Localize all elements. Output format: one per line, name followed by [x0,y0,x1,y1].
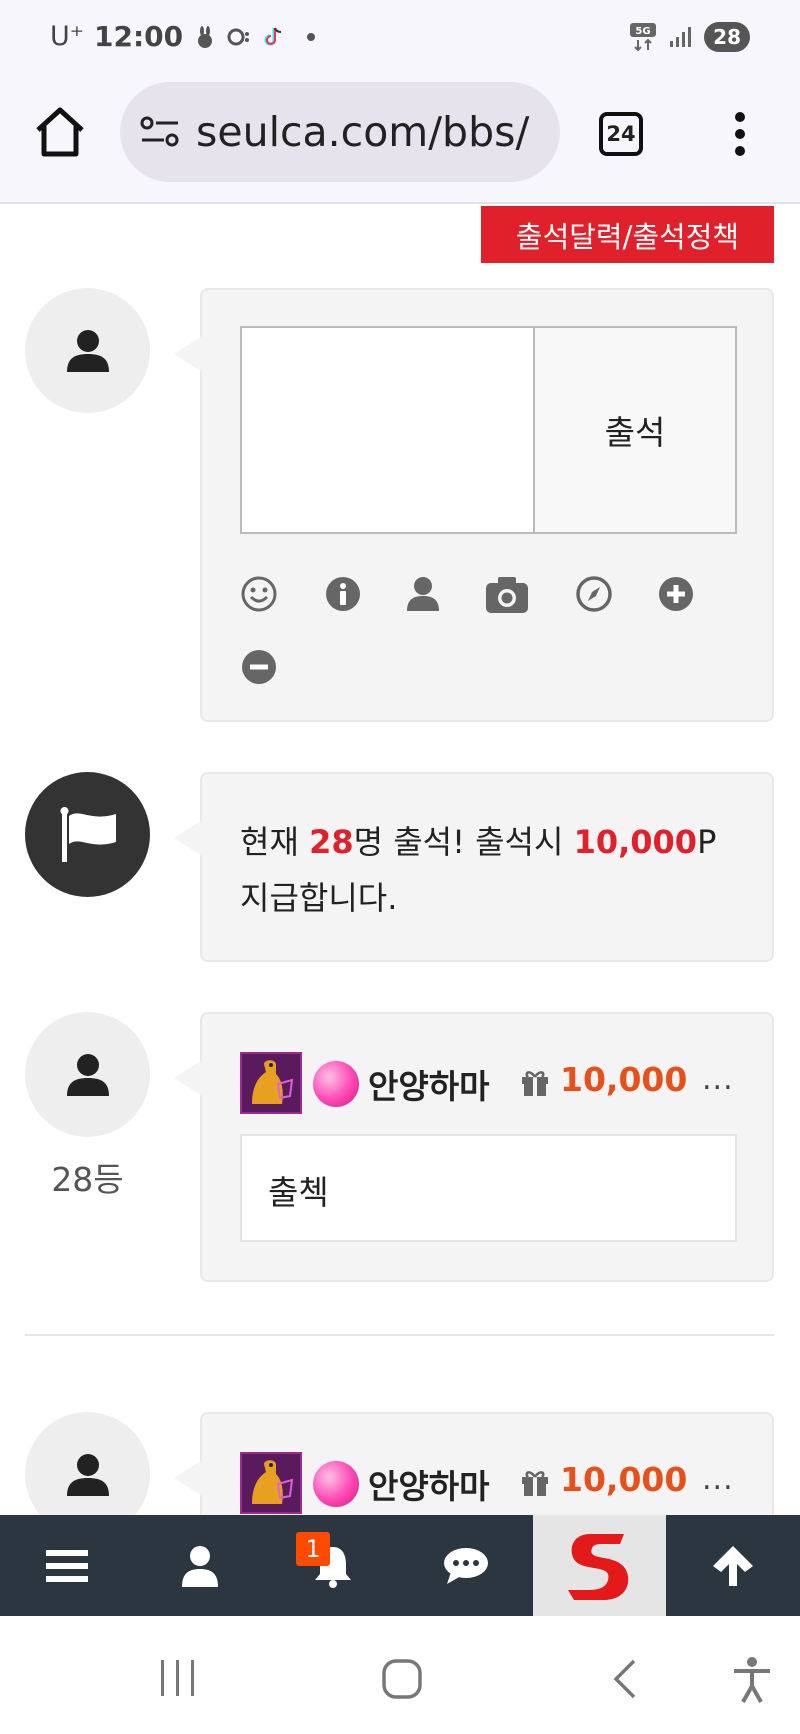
entry-user-row: 안양하마 10,000 ... [240,1052,740,1114]
notification-count-badge: 1 [296,1532,330,1566]
system-home-icon[interactable] [381,1658,423,1700]
entry-more-button[interactable]: ... [702,1462,734,1497]
recent-apps-icon[interactable] [158,1658,198,1698]
entry-points: 10,000 [560,1460,688,1499]
attendance-comment-textarea[interactable] [240,326,535,534]
user-icon[interactable] [404,575,442,613]
battery-indicator: 28 [704,22,750,52]
site-logo-button[interactable] [533,1515,666,1616]
smile-icon[interactable] [240,575,278,613]
minus-circle-icon[interactable] [240,648,278,686]
tiktok-icon [264,27,282,45]
notice-avatar [25,772,150,897]
entry-avatar [25,1012,150,1137]
nav-scroll-top-button[interactable] [666,1515,799,1616]
network-5g-icon: 5G [630,23,657,51]
entry-username[interactable]: 안양하마 [368,1460,489,1508]
app-o-icon [227,28,250,45]
user-icon [181,1545,218,1587]
system-navigation-bar [0,1616,800,1734]
notification-dot [307,32,316,41]
nav-chat-button[interactable] [399,1515,532,1616]
site-logo-icon [567,1533,628,1600]
site-bottom-nav [0,1515,800,1616]
arrow-up-icon [712,1545,753,1586]
clock: 12:00 [94,20,184,53]
attendance-notice-card: 현재 28명 출석! 출석시 10,000P 지급합니다. [174,772,774,962]
attendance-submit-button[interactable]: 출석 [535,326,737,534]
carrier-label: U⁺ [50,21,85,52]
nav-notifications-button[interactable] [266,1515,399,1616]
accessibility-icon[interactable] [732,1656,772,1704]
entry-more-button[interactable]: ... [702,1062,734,1097]
entry-user-row: 안양하마 10,000 ... [240,1452,740,1514]
tab-switcher-button[interactable]: 24 [599,112,643,156]
svg-text:5G: 5G [636,26,651,37]
address-bar[interactable]: seulca.com/bbs/ [120,82,560,182]
entry-rank: 28등 [51,1160,124,1199]
pink-orb-icon [313,1061,359,1107]
entry-username[interactable]: 안양하마 [368,1060,489,1108]
entry-points: 10,000 [560,1060,688,1099]
user-icon [66,329,109,372]
entry-comment: 출첵 [240,1134,737,1242]
menu-icon [45,1549,88,1582]
status-bar: U⁺ 12:00 5G 28 [0,0,800,74]
divider [25,1334,774,1336]
user-icon [66,1453,109,1496]
nav-menu-button[interactable] [0,1515,133,1616]
gift-icon [522,1071,548,1096]
back-icon[interactable] [608,1658,642,1700]
dino-icon [252,1460,294,1504]
site-settings-icon[interactable] [140,115,180,149]
info-icon[interactable] [324,575,362,613]
more-options-icon[interactable] [728,110,752,158]
attendance-entry-card: 안양하마 10,000 ... 출첵 [174,1012,774,1282]
attendance-count: 28 [309,823,354,861]
level-badge-icon [240,1052,302,1114]
url-text[interactable]: seulca.com/bbs/ [196,108,556,156]
user-icon [66,1053,109,1096]
flag-icon [60,806,116,862]
pink-orb-icon [313,1461,359,1507]
attendance-points: 10,000 [573,823,698,861]
chat-icon [443,1547,488,1584]
attendance-notice-text: 현재 28명 출석! 출석시 10,000P 지급합니다. [240,823,717,917]
nav-profile-button[interactable] [133,1515,266,1616]
gift-icon [522,1471,548,1496]
browser-toolbar: seulca.com/bbs/ 24 [0,74,800,204]
home-icon[interactable] [32,104,88,160]
status-left: U⁺ 12:00 [50,20,316,53]
attendance-calendar-policy-button[interactable]: 출석달력/출석정책 [481,206,774,263]
signal-icon [670,27,692,47]
plus-circle-icon[interactable] [657,575,695,613]
dino-icon [252,1060,294,1104]
camera-icon[interactable] [484,573,530,615]
compass-icon[interactable] [575,575,613,613]
status-right: 5G 28 [630,22,750,52]
rabbit-icon [198,25,213,48]
level-badge-icon [240,1452,302,1514]
attendance-write-card: 출석 [174,288,774,722]
my-avatar [25,288,150,413]
